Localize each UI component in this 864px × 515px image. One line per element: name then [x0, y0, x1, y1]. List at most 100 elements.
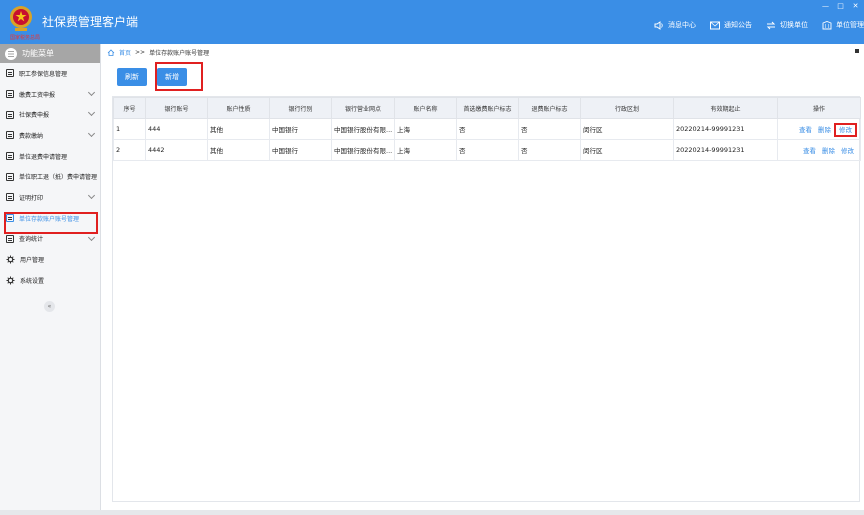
sidebar-item[interactable]: 社保费申报 [0, 104, 100, 125]
sidebar-item[interactable]: 单位退费申请管理 [0, 146, 100, 167]
doc-icon [6, 234, 14, 243]
switch-unit-link[interactable]: 切换单位 [766, 20, 808, 30]
chevron-down-icon [87, 109, 96, 117]
column-header: 账户性质 [207, 97, 270, 119]
doc-icon [6, 69, 14, 78]
sidebar-item[interactable]: 单位职工退（抵）费申请管理 [0, 166, 100, 187]
delete-link[interactable]: 删除 [818, 126, 831, 134]
doc-icon [6, 90, 14, 99]
sidebar-item[interactable]: 职工参保信息管理 [0, 63, 100, 84]
breadcrumb-home[interactable]: 首页 [119, 48, 131, 57]
app-title: 社保费管理客户端 [42, 15, 139, 29]
header-nav: 消息中心 通知公告 切换单位 单位管理 [654, 20, 864, 30]
table-row: 2 4442 其他 中国银行 中国银行股份有限... 上海否否闵行区 20220214-99… [113, 139, 861, 161]
table-cell: 中国银行股份有限... [331, 118, 395, 140]
table-cell: 上海 [394, 118, 457, 140]
table-cell: 闵行区 [580, 139, 674, 161]
chevron-down-icon [87, 88, 96, 96]
sidebar-item-label: 缴费工资申报 [19, 91, 56, 99]
tab-close-icon[interactable] [855, 49, 859, 53]
message-icon [654, 20, 663, 30]
table-cell: 否 [518, 139, 581, 161]
column-header: 首选缴费账户标志 [456, 97, 519, 119]
view-link[interactable]: 查看 [803, 147, 816, 155]
table-cell: 中国银行 [269, 139, 332, 161]
notice-icon [710, 21, 720, 29]
table-cell: 上海 [394, 139, 457, 161]
column-header: 行政区划 [580, 97, 674, 119]
doc-icon [6, 152, 14, 161]
sidebar-item[interactable]: 系统设置 [0, 270, 100, 291]
close-button[interactable]: ✕ [851, 2, 860, 11]
switch-unit-label: 切换单位 [780, 21, 808, 29]
delete-link[interactable]: 删除 [822, 147, 835, 155]
view-link[interactable]: 查看 [799, 126, 812, 134]
gear-icon [6, 276, 15, 285]
sidebar-item-label: 查询统计 [19, 236, 44, 244]
unit-manage-link[interactable]: 单位管理 [822, 20, 864, 30]
edit-link[interactable]: 修改 [841, 147, 854, 155]
minimize-button[interactable]: — [821, 2, 830, 11]
gear-icon [6, 255, 15, 264]
sidebar-item-label: 证明打印 [19, 194, 44, 202]
chevron-down-icon [87, 130, 96, 138]
edit-link[interactable]: 修改 [834, 123, 857, 137]
refresh-button[interactable]: 刷新 [117, 68, 147, 86]
breadcrumb: 首页 >> 单位存款账户账号管理 [107, 48, 209, 57]
column-header: 银行账号 [145, 97, 208, 119]
doc-icon [6, 193, 14, 202]
maximize-button[interactable]: □ [836, 2, 845, 11]
column-header: 账户名称 [394, 97, 457, 119]
table-cell: 4442 [145, 139, 208, 161]
table-cell: 20220214-99991231 [673, 118, 778, 140]
notice-label: 通知公告 [724, 21, 752, 29]
column-header: 有效期起止 [673, 97, 778, 119]
table-cell: 中国银行 [269, 118, 332, 140]
table-cell: 否 [518, 118, 581, 140]
message-center-label: 消息中心 [668, 21, 696, 29]
row-actions: 查看 删除 修改 [777, 118, 861, 140]
table-cell: 2 [113, 139, 146, 161]
app-header: 国家税务总局 社保费管理客户端 — □ ✕ 消息中心 通知公告 切换单位 单位管… [0, 0, 864, 44]
table-cell: 其他 [207, 139, 270, 161]
switch-icon [766, 21, 776, 29]
sidebar-item-label: 单位退费申请管理 [19, 153, 68, 161]
sidebar-item-label: 单位职工退（抵）费申请管理 [19, 174, 98, 182]
notice-link[interactable]: 通知公告 [710, 20, 752, 30]
table-cell: 否 [456, 118, 519, 140]
sidebar-header: 功能菜单 [0, 44, 100, 63]
status-bar [0, 510, 864, 515]
sidebar-title: 功能菜单 [22, 49, 54, 58]
column-header: 银行营业网点 [331, 97, 395, 119]
sidebar-item[interactable]: 缴费工资申报 [0, 84, 100, 105]
sidebar-item-label: 社保费申报 [19, 112, 50, 120]
menu-icon [5, 47, 17, 60]
doc-icon [6, 110, 14, 119]
table-cell: 否 [456, 139, 519, 161]
sidebar-item[interactable]: 证明打印 [0, 187, 100, 208]
table-cell: 中国银行股份有限... [331, 139, 395, 161]
table-row: 1 444 其他 中国银行 中国银行股份有限... 上海否否闵行区 20220214-999… [113, 118, 861, 140]
table-cell: 其他 [207, 118, 270, 140]
doc-icon [6, 131, 14, 140]
sidebar: 功能菜单 职工参保信息管理缴费工资申报 社保费申报费款缴纳单位退费申请管理单位职工… [0, 44, 101, 515]
sidebar-menu: 职工参保信息管理缴费工资申报 社保费申报费款缴纳单位退费申请管理单位职工退（抵）费… [0, 63, 100, 291]
sidebar-collapse-button[interactable]: « [44, 301, 55, 312]
chevron-down-icon [87, 192, 96, 200]
account-table-panel: 序号 银行账号 账户性质 银行行别 银行营业网点 账户名称 首选缴费账户标志 退费账户标志 行政… [112, 96, 861, 502]
message-center-link[interactable]: 消息中心 [654, 20, 696, 30]
breadcrumb-separator: >> [135, 49, 146, 56]
sidebar-item-label: 用户管理 [20, 257, 45, 265]
account-table: 序号 银行账号 账户性质 银行行别 银行营业网点 账户名称 首选缴费账户标志 退费账户标志 行政… [113, 97, 861, 161]
table-body: 1 444 其他 中国银行 中国银行股份有限... 上海否否闵行区 20220214-999… [113, 118, 861, 161]
column-header: 退费账户标志 [518, 97, 581, 119]
table-cell: 20220214-99991231 [673, 139, 778, 161]
table-cell: 1 [113, 118, 146, 140]
highlight-add-button [155, 62, 203, 91]
national-emblem-icon [10, 6, 32, 31]
sidebar-item[interactable]: 用户管理 [0, 249, 100, 270]
sidebar-item-label: 系统设置 [20, 277, 45, 285]
table-header-row: 序号 银行账号 账户性质 银行行别 银行营业网点 账户名称 首选缴费账户标志 退费账户标志 行政… [113, 97, 861, 119]
row-actions: 查看 删除 修改 [777, 139, 861, 161]
sidebar-item[interactable]: 费款缴纳 [0, 125, 100, 146]
